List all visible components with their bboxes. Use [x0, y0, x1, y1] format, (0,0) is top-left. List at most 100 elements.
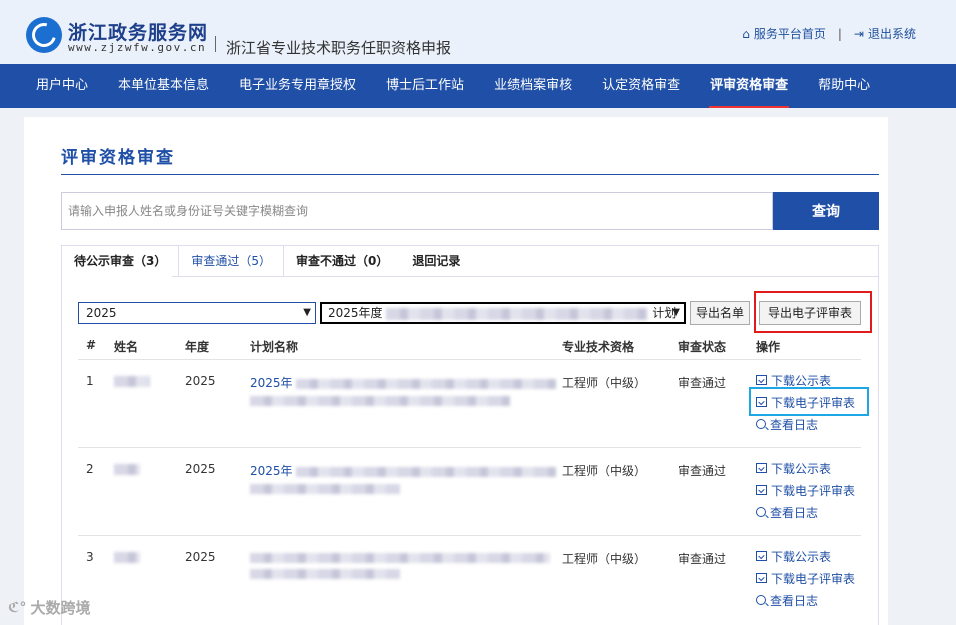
download-icon [756, 573, 767, 583]
tab-returned[interactable]: 退回记录 [400, 246, 472, 276]
site-logo-icon[interactable] [26, 17, 62, 53]
table-row: 2 2025 2025年 工程师（中级） 审查通过 下载公示表 下载电子评审表 … [78, 448, 861, 536]
plan-link[interactable]: 2025年 [250, 376, 293, 390]
redacted-plan [250, 568, 400, 579]
row-plan[interactable]: 2025年 [250, 374, 557, 406]
search-box [61, 192, 773, 230]
download-notice-link[interactable]: 下载公示表 [756, 545, 855, 567]
redacted-name [114, 464, 140, 475]
download-icon [756, 463, 767, 473]
nav-unit-info[interactable]: 本单位基本信息 [103, 64, 224, 108]
row-actions: 下载公示表 下载电子评审表 查看日志 [756, 545, 855, 611]
view-log-link[interactable]: 查看日志 [756, 413, 855, 435]
row-status: 审查通过 [678, 552, 727, 566]
site-subtitle: 浙江省专业技术职务任职资格申报 [226, 39, 452, 57]
redacted-name [114, 552, 140, 563]
logout-icon: ⇥ [853, 26, 864, 41]
redacted-name [114, 376, 150, 387]
home-icon: ⌂ [742, 26, 750, 41]
row-year: 2025 [185, 462, 216, 476]
search-icon [756, 507, 766, 517]
highlight-red-box [754, 291, 872, 333]
title-underline [61, 174, 879, 175]
chevron-down-icon: ▼ [303, 307, 311, 318]
row-index: 1 [86, 374, 94, 388]
search-input[interactable] [62, 193, 772, 229]
watermark-logo-icon: ℭ° [8, 599, 27, 616]
nav-postdoc[interactable]: 博士后工作站 [371, 64, 479, 108]
row-name [114, 374, 150, 388]
th-index: # [86, 338, 97, 352]
plan-link[interactable]: 2025年 [250, 464, 293, 478]
row-name [114, 462, 140, 476]
plan-select[interactable]: 2025年度 计划 ▼ [320, 302, 686, 324]
top-header: 浙江政务服务网 www.zjzwfw.gov.cn 浙江省专业技术职务任职资格申… [0, 0, 956, 64]
op-label: 查看日志 [770, 505, 819, 520]
view-log-link[interactable]: 查看日志 [756, 589, 855, 611]
row-actions: 下载公示表 下载电子评审表 查看日志 [756, 457, 855, 523]
result-table: # 姓名 年度 计划名称 专业技术资格 审查状态 操作 1 2025 2025年… [78, 330, 861, 624]
row-qualification: 工程师（中级） [562, 552, 647, 566]
op-label: 下载电子评审表 [771, 483, 856, 498]
th-status: 审查状态 [678, 340, 727, 354]
link-logout[interactable]: 退出系统 [868, 25, 916, 42]
tab-passed[interactable]: 审查通过（5） [178, 246, 284, 276]
op-label: 下载电子评审表 [771, 571, 856, 586]
row-status: 审查通过 [678, 464, 727, 478]
redacted-plan [296, 378, 557, 389]
nav-cert-review[interactable]: 认定资格审查 [587, 64, 695, 108]
row-plan[interactable] [250, 550, 550, 579]
link-separator: | [837, 26, 842, 41]
search-icon [756, 595, 766, 605]
row-plan[interactable]: 2025年 [250, 462, 557, 494]
th-qualification: 专业技术资格 [562, 340, 635, 354]
nav-help[interactable]: 帮助中心 [803, 64, 885, 108]
site-url: www.zjzwfw.gov.cn [68, 41, 207, 54]
th-name: 姓名 [114, 340, 139, 354]
nav-seal-auth[interactable]: 电子业务专用章授权 [224, 64, 371, 108]
nav-archive-review[interactable]: 业绩档案审核 [479, 64, 587, 108]
redacted-plan [250, 483, 400, 494]
op-label: 下载公示表 [771, 373, 832, 388]
tab-divider [172, 276, 878, 277]
redacted-plan [250, 395, 510, 406]
export-list-button[interactable]: 导出名单 [690, 301, 750, 325]
tabs-container: 待公示审查（3） 审查通过（5） 审查不通过（0） 退回记录 2025 ▼ 20… [61, 245, 879, 625]
redacted-plan [250, 552, 550, 563]
search-button[interactable]: 查询 [773, 192, 879, 230]
redacted-plan [386, 307, 649, 320]
download-eform-link[interactable]: 下载电子评审表 [756, 567, 855, 589]
page-title: 评审资格审查 [61, 148, 175, 168]
year-select[interactable]: 2025 ▼ [78, 302, 316, 324]
row-name [114, 550, 140, 564]
download-icon [756, 375, 767, 385]
tab-bar: 待公示审查（3） 审查通过（5） 审查不通过（0） 退回记录 [62, 246, 878, 276]
year-select-value: 2025 [86, 306, 117, 320]
content-panel: 评审资格审查 查询 待公示审查（3） 审查通过（5） 审查不通过（0） 退回记录… [24, 117, 888, 625]
op-label: 下载公示表 [771, 549, 832, 564]
th-plan: 计划名称 [250, 340, 299, 354]
chevron-down-icon: ▼ [672, 307, 680, 318]
highlight-blue-box [749, 387, 869, 416]
header-divider [215, 36, 216, 52]
tab-pending[interactable]: 待公示审查（3） [62, 246, 178, 276]
redacted-plan [296, 466, 557, 477]
page-side-area [888, 117, 956, 625]
top-links: ⌂ 服务平台首页 | ⇥ 退出系统 [742, 25, 916, 42]
row-index: 3 [86, 550, 94, 564]
link-platform-home[interactable]: 服务平台首页 [754, 25, 826, 42]
nav-user-center[interactable]: 用户中心 [0, 64, 103, 108]
download-eform-link[interactable]: 下载电子评审表 [756, 479, 855, 501]
plan-select-prefix: 2025年度 [328, 306, 383, 320]
tab-failed[interactable]: 审查不通过（0） [284, 246, 400, 276]
view-log-link[interactable]: 查看日志 [756, 501, 855, 523]
op-label: 查看日志 [770, 417, 819, 432]
download-notice-link[interactable]: 下载公示表 [756, 457, 855, 479]
th-year: 年度 [185, 340, 210, 354]
row-year: 2025 [185, 550, 216, 564]
main-nav: 用户中心 本单位基本信息 电子业务专用章授权 博士后工作站 业绩档案审核 认定资… [0, 64, 956, 108]
row-status: 审查通过 [678, 376, 727, 390]
th-actions: 操作 [756, 340, 781, 354]
watermark-text: 大数跨境 [30, 599, 91, 617]
nav-eval-review[interactable]: 评审资格审查 [695, 64, 803, 108]
